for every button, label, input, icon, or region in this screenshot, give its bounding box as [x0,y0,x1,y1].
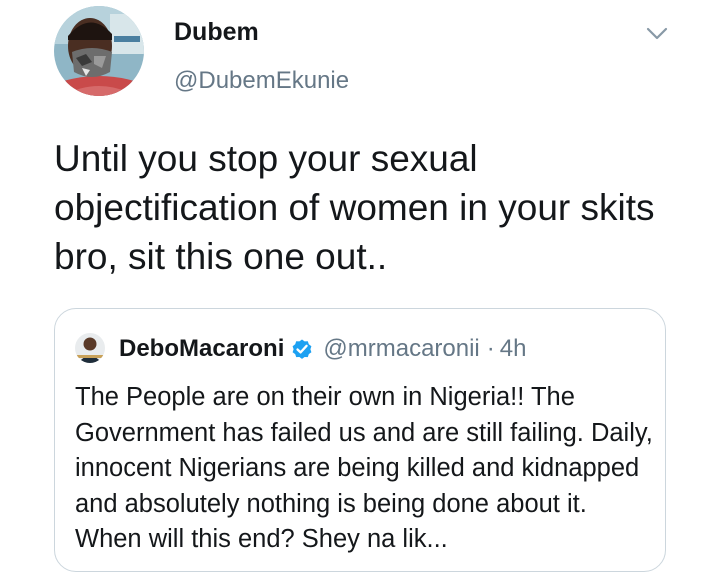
verified-badge-icon [292,339,312,359]
author-handle[interactable]: @DubemEkunie [174,67,349,95]
tweet-text: Until you stop your sexual objectificati… [54,138,655,277]
quoted-tweet-text: The People are on their own in Nigeria!!… [75,383,653,553]
chevron-down-icon[interactable] [644,24,670,44]
quoted-author-avatar[interactable] [75,333,105,363]
quoted-tweet-header: DeboMacaroni @mrmacaronii · 4h [119,334,526,364]
header-separator: · [486,335,495,362]
author-display-name[interactable]: Dubem [174,18,259,47]
quoted-author-display-name[interactable]: DeboMacaroni [119,335,284,363]
quoted-author-handle[interactable]: @mrmacaronii [323,335,479,363]
quoted-tweet-timestamp[interactable]: 4h [500,335,527,363]
author-avatar[interactable] [54,6,144,96]
quoted-tweet-card[interactable]: DeboMacaroni @mrmacaronii · 4h The Peopl… [54,308,666,572]
